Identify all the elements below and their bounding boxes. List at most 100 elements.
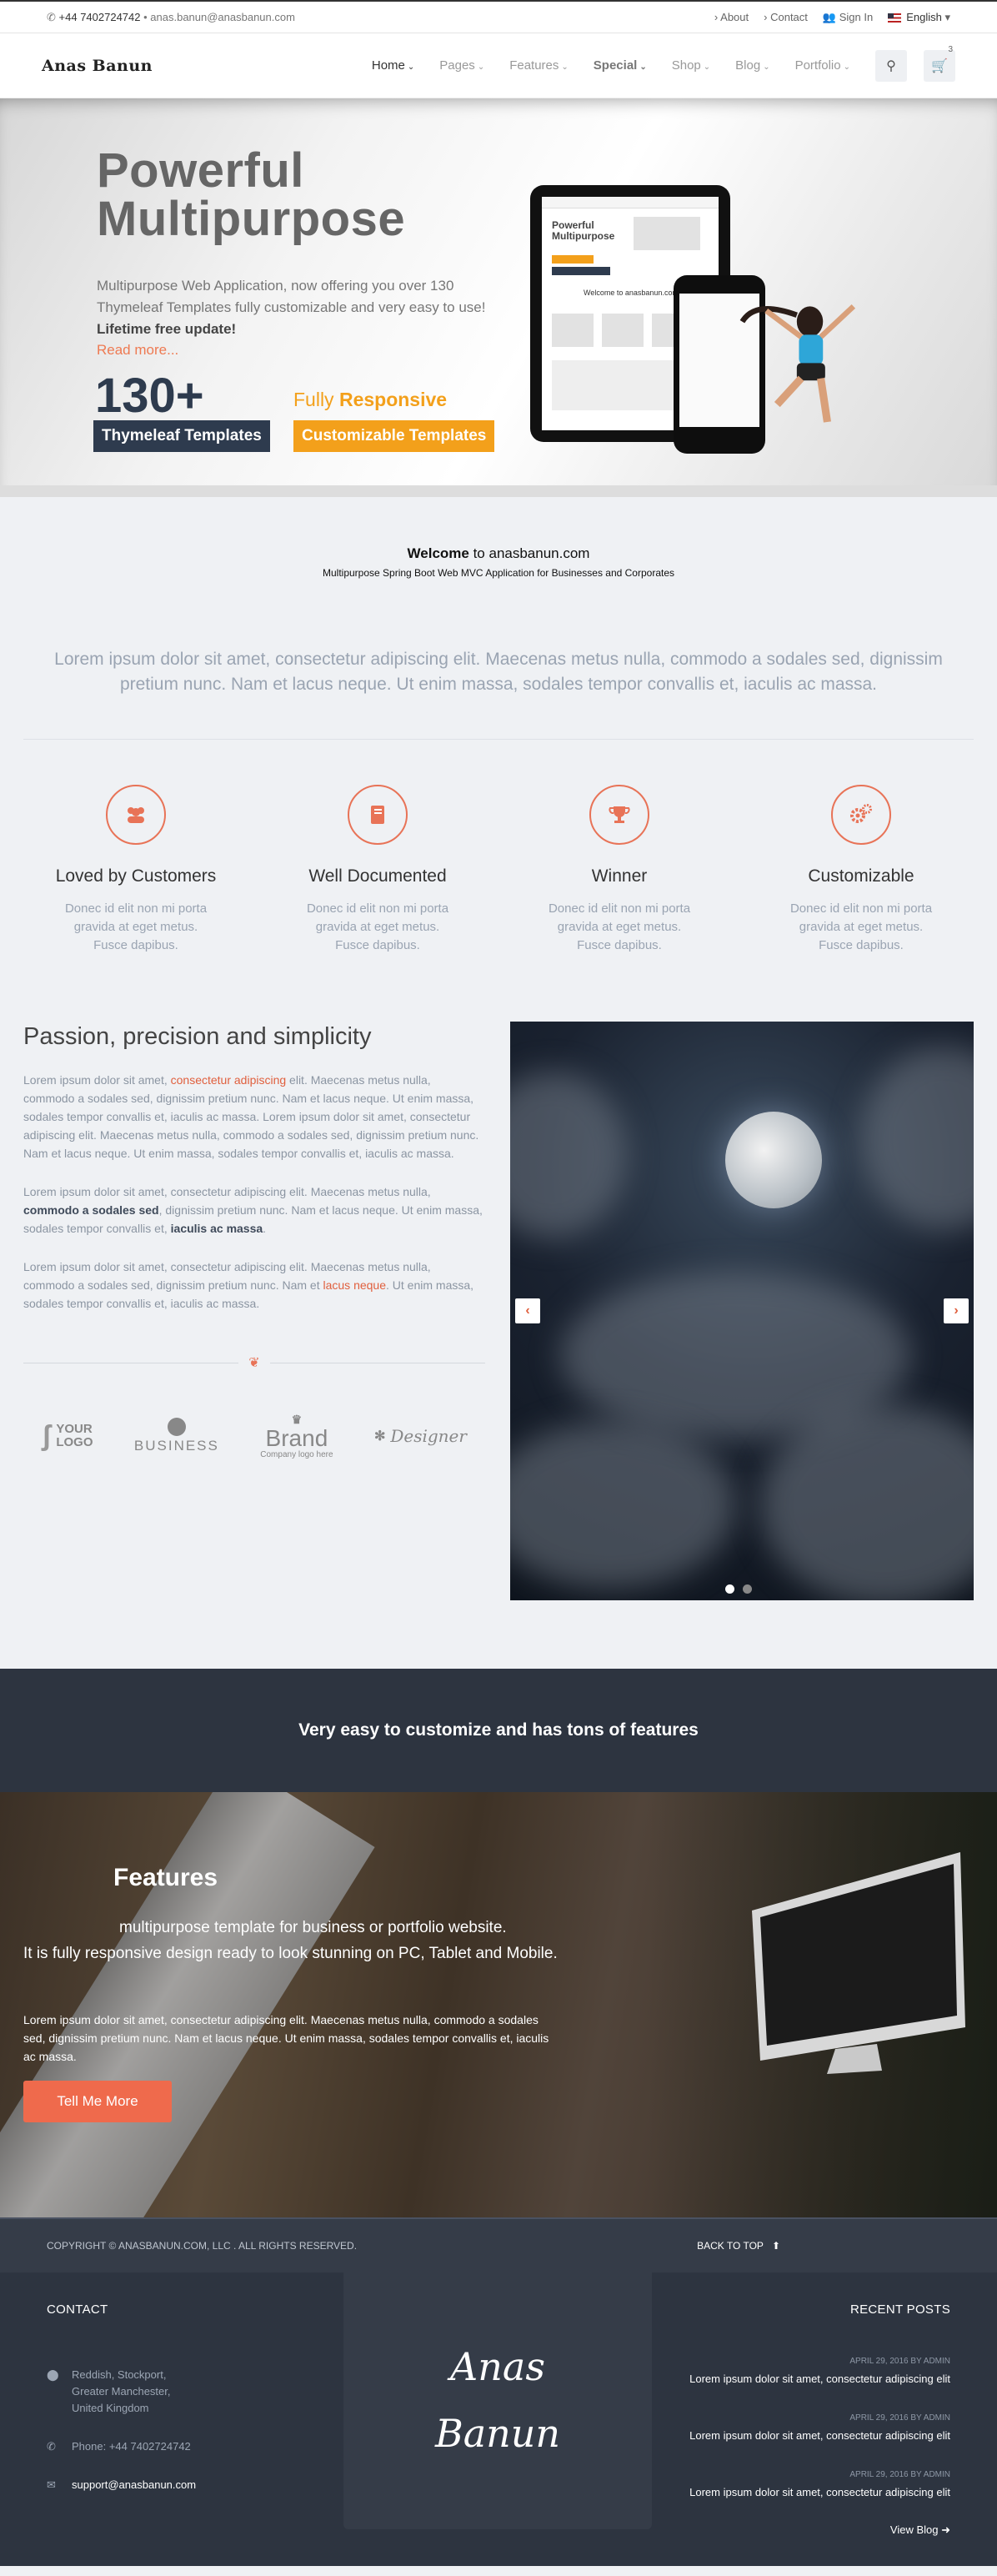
cart-icon: 🛒 [931,58,948,73]
responsive-label: Responsive [338,389,448,410]
brand-logo: ♛ Brand Company logo here [260,1413,333,1459]
language-select[interactable]: English ▾ [888,11,950,24]
hero-desc-text: Multipurpose Web Application, now offeri… [97,278,486,315]
nav-label: Home [371,58,405,73]
hero-title-line2: Multipurpose [97,192,406,246]
carousel-dot[interactable] [725,1584,734,1594]
logo-text: Company logo here [260,1450,333,1459]
carousel-dot[interactable] [743,1584,752,1594]
address-line: Reddish, Stockport, [72,2368,167,2381]
nav-label: Pages [439,58,475,73]
features-subtitle-1: multipurpose template for business or po… [119,1919,507,1936]
text: Lorem ipsum dolor sit amet, consectetur … [23,1185,431,1198]
post-title[interactable]: Lorem ipsum dolor sit amet, consectetur … [677,2373,950,2385]
chevron-down-icon: ⌄ [561,63,569,72]
nav-item-pages[interactable]: Pages ⌄ [439,58,484,73]
features-banner: Features multipurpose template for busin… [0,1792,997,2217]
back-to-top-label: BACK TO TOP [697,2240,764,2252]
client-logos: ʃ YOUR LOGO BUSINESS ♛ Brand Company logo he… [23,1413,485,1459]
chevron-right-icon: › [954,1303,959,1318]
nav-item-shop[interactable]: Shop ⌄ [672,58,710,73]
recent-posts-heading: RECENT POSTS [849,2302,950,2317]
hero-readmore-link[interactable]: Read more... [97,342,178,359]
features-body: Lorem ipsum dolor sit amet, consectetur … [23,2013,549,2063]
address-line: Greater Manchester, [72,2385,171,2398]
contact-label: Contact [770,11,808,23]
recent-post[interactable]: APRIL 29, 2016 BY ADMIN Lorem ipsum dolor… [677,2413,950,2442]
view-blog-link[interactable]: View Blog ➜ [677,2523,950,2537]
top-link-about[interactable]: › About [714,11,749,23]
cart-count: 3 [948,44,953,54]
recent-post[interactable]: APRIL 29, 2016 BY ADMIN Lorem ipsum dolor… [677,2470,950,2498]
welcome-bold: Welcome [407,545,469,561]
business-logo: BUSINESS [134,1418,219,1454]
features-grid: Loved by Customers Donec id elit non mi … [0,740,997,955]
feature-text: Donec id elit non mi porta gravida at eg… [789,901,933,952]
fully-label: Fully [293,389,334,410]
lead-paragraph: Lorem ipsum dolor sit amet, consectetur … [23,647,974,740]
language-label: English [906,10,942,23]
highlight-link[interactable]: lacus neque [323,1278,387,1292]
hero-description: Multipurpose Web Application, now offeri… [97,275,497,340]
search-button[interactable]: ⚲ [875,49,907,82]
footer-email: ✉ support@anasbanun.com [47,2477,297,2493]
carousel-indicators [725,1584,752,1594]
caret-down-icon: ▾ [944,10,950,23]
site-logo[interactable]: Anas Banun [42,57,153,75]
search-icon: ⚲ [886,58,896,73]
recent-post[interactable]: APRIL 29, 2016 BY ADMIN Lorem ipsum dolor… [677,2357,950,2385]
nav-label: Shop [671,58,701,73]
hero-title: Powerful Multipurpose [97,147,405,244]
top-link-contact[interactable]: › Contact [764,11,808,23]
logo-text: YOUR [56,1422,93,1436]
chevron-down-icon: ⌄ [407,63,415,72]
cogs-icon [850,804,872,823]
top-bar: ✆ +44 7402724742 • anas.banun@anasbanun.… [0,0,997,33]
feature-text: Donec id elit non mi porta gravida at eg… [64,901,208,952]
nav-item-home[interactable]: Home ⌄ [372,58,414,73]
footer-phone: ✆ Phone: +44 7402724742 [47,2438,297,2455]
chevron-down-icon: ⌄ [639,63,647,72]
nav-item-portfolio[interactable]: Portfolio ⌄ [795,58,850,73]
contact-strip: ✆ +44 7402724742 • anas.banun@anasbanun.… [47,10,295,23]
logo-line: Banun [434,2411,561,2456]
logo-text: Designer [390,1426,467,1446]
highlight-link[interactable]: consectetur adipiscing [171,1073,287,1087]
nav-item-blog[interactable]: Blog ⌄ [735,58,769,73]
copyright-text: COPYRIGHT © ANASBANUN.COM, LLC . ALL RIG… [47,2240,358,2252]
feature-icon-circle [831,785,891,845]
tablet-title: Powerful Multipurpose [552,219,615,242]
email-link[interactable]: support@anasbanun.com [72,2477,196,2493]
cart-button[interactable]: 🛒 3 [924,45,955,82]
feature-title: Loved by Customers [55,866,217,886]
welcome-rest: to anasbanun.com [468,545,590,561]
your-logo: ʃ YOUR LOGO [42,1420,93,1453]
bold-text: iaculis ac massa [170,1222,263,1235]
footprint-icon: ʃ [42,1419,52,1452]
nav-item-features[interactable]: Features ⌄ [509,58,569,73]
view-blog-label: View Blog [889,2523,939,2536]
chevron-down-icon: ⌄ [477,63,485,72]
bold-text: commodo a sodales sed [23,1203,159,1217]
us-flag-icon [888,13,902,23]
carousel-prev-button[interactable]: ‹ [515,1298,540,1323]
nav-label: Special [593,58,638,73]
signin-link[interactable]: 👥 Sign In [823,11,873,24]
post-date: APRIL 29, 2016 BY ADMIN [849,2413,950,2423]
image-carousel[interactable]: ‹ › [510,1022,974,1600]
passion-paragraph-2: Lorem ipsum dolor sit amet, consectetur … [23,1183,485,1238]
customize-band: Very easy to customize and has tons of f… [0,1669,997,1792]
nav-item-special[interactable]: Special ⌄ [594,58,647,73]
features-title: Features [113,1864,218,1891]
tell-me-more-button[interactable]: Tell Me More [23,2081,172,2122]
back-to-top-link[interactable]: BACK TO TOP ⬆ [697,2240,780,2252]
post-title[interactable]: Lorem ipsum dolor sit amet, consectetur … [677,2486,950,2498]
road-image [0,1792,375,2217]
flower-icon: ✻ [373,1429,386,1444]
top-email[interactable]: anas.banun@anasbanun.com [150,11,295,23]
dancer-image [739,304,856,423]
carousel-next-button[interactable]: › [944,1298,969,1323]
moon-image [725,1112,822,1208]
footer-contact: CONTACT ⬤ Reddish, Stockport, Greater Manc… [0,2272,343,2566]
post-title[interactable]: Lorem ipsum dolor sit amet, consectetur … [677,2429,950,2442]
